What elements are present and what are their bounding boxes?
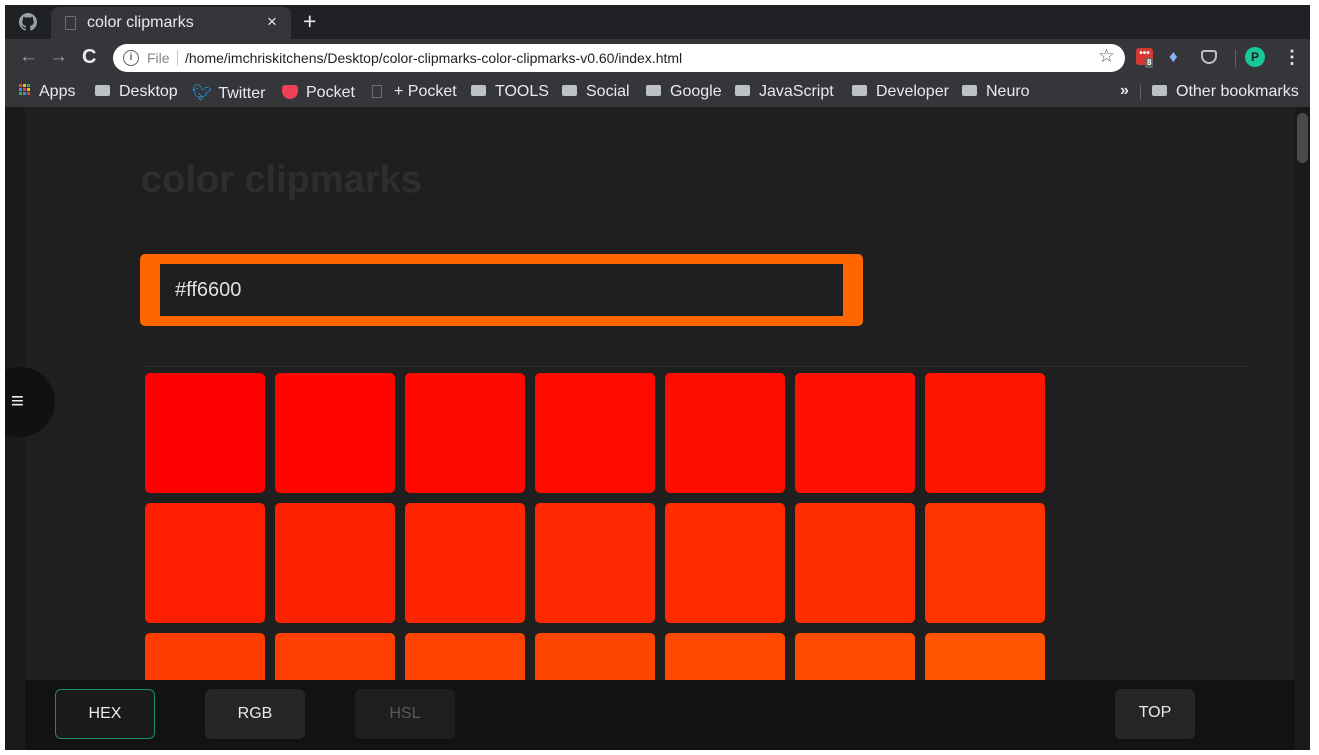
page-icon	[65, 16, 76, 30]
browser-toolbar: ← → C i File /home/imchriskitchens/Deskt…	[5, 39, 1310, 77]
folder-icon	[852, 85, 867, 96]
new-tab-button[interactable]: +	[303, 8, 316, 34]
color-swatch[interactable]	[405, 503, 525, 623]
bookmarks-bar: Apps Desktop 🐦︎ Twitter Pocket + Pocket T…	[5, 77, 1310, 107]
github-icon[interactable]	[19, 13, 37, 31]
folder-icon	[646, 85, 661, 96]
bookmark-other[interactable]: Other bookmarks	[1152, 83, 1299, 101]
bookmark-label: Twitter	[218, 85, 266, 102]
bookmarks-divider	[1140, 85, 1141, 100]
bookmark-label: Neuro	[986, 83, 1030, 100]
apps-grid-icon	[19, 84, 30, 96]
bookmark-neuro[interactable]: Neuro	[962, 83, 1030, 101]
url-scheme-label: File	[147, 50, 170, 66]
divider	[140, 366, 1250, 367]
color-swatch[interactable]	[795, 503, 915, 623]
color-swatch[interactable]	[925, 503, 1045, 623]
bookmark-apps[interactable]: Apps	[19, 83, 75, 101]
bookmark-google[interactable]: Google	[646, 83, 722, 101]
todo-extension-icon[interactable]: ••• 8	[1136, 48, 1154, 68]
hsl-mode-button[interactable]: HSL	[355, 689, 455, 739]
folder-icon	[471, 85, 486, 96]
color-swatch[interactable]	[145, 373, 265, 493]
folder-icon	[962, 85, 977, 96]
folder-icon	[735, 85, 750, 96]
toolbar-divider	[1235, 50, 1236, 67]
bookmark-label: + Pocket	[394, 83, 457, 100]
color-swatch[interactable]	[275, 503, 395, 623]
bookmark-social[interactable]: Social	[562, 83, 630, 101]
address-bar[interactable]: i File /home/imchriskitchens/Desktop/col…	[113, 44, 1125, 72]
bookmark-tools[interactable]: TOOLS	[471, 83, 549, 101]
color-swatch[interactable]	[405, 373, 525, 493]
page-content: color clipmarks	[25, 107, 1295, 750]
color-swatch[interactable]	[535, 373, 655, 493]
bookmark-label: JavaScript	[759, 83, 834, 100]
scrollbar-thumb[interactable]	[1297, 113, 1308, 163]
browser-window: color clipmarks × + ← → C i File /home/i…	[5, 5, 1310, 750]
rgb-mode-button[interactable]: RGB	[205, 689, 305, 739]
bookmark-label: Pocket	[306, 84, 355, 101]
bookmark-label: Desktop	[119, 83, 178, 100]
color-swatch[interactable]	[795, 373, 915, 493]
diamond-extension-icon[interactable]: ♦	[1169, 48, 1178, 66]
extension-badge: 8	[1145, 58, 1154, 68]
tab-active[interactable]: color clipmarks ×	[51, 7, 291, 39]
bookmark-pocket[interactable]: Pocket	[282, 83, 355, 102]
folder-icon	[1152, 85, 1167, 96]
page-title: color clipmarks	[141, 159, 422, 201]
scrollbar[interactable]	[1295, 107, 1310, 750]
page-icon	[372, 85, 382, 98]
pocket-extension-icon[interactable]	[1201, 50, 1217, 64]
bookmark-label: Google	[670, 83, 722, 100]
color-swatch[interactable]	[275, 373, 395, 493]
hex-mode-button[interactable]: HEX	[55, 689, 155, 739]
color-swatch[interactable]	[665, 503, 785, 623]
top-button[interactable]: TOP	[1115, 689, 1195, 739]
bookmark-label: Social	[586, 83, 630, 100]
back-arrow-icon[interactable]: ←	[19, 45, 38, 69]
bookmark-desktop[interactable]: Desktop	[95, 83, 178, 101]
bookmark-javascript[interactable]: JavaScript	[735, 83, 834, 101]
folder-icon	[95, 85, 110, 96]
bookmark-twitter[interactable]: 🐦︎ Twitter	[192, 83, 265, 103]
color-input-frame	[140, 254, 863, 326]
green-extension-icon[interactable]: P	[1245, 47, 1265, 67]
info-icon[interactable]: i	[123, 50, 139, 66]
tab-strip: color clipmarks × +	[5, 5, 1310, 39]
bookmark-label: Developer	[876, 83, 949, 100]
tab-title: color clipmarks	[87, 14, 194, 31]
hamburger-icon: ≡	[11, 388, 24, 413]
url-divider	[177, 50, 178, 66]
bookmark-developer[interactable]: Developer	[852, 83, 949, 101]
bookmark-star-icon[interactable]: ☆	[1098, 47, 1115, 67]
bookmarks-overflow-button[interactable]: »	[1120, 82, 1129, 100]
color-swatch[interactable]	[925, 373, 1045, 493]
twitter-icon: 🐦︎	[192, 85, 213, 102]
pocket-icon	[282, 85, 298, 99]
reload-icon[interactable]: C	[82, 45, 96, 69]
folder-icon	[562, 85, 577, 96]
bookmark-label: TOOLS	[495, 83, 549, 100]
forward-arrow-icon[interactable]: →	[49, 45, 68, 69]
bookmark-label: Other bookmarks	[1176, 83, 1299, 100]
color-swatch[interactable]	[535, 503, 655, 623]
page-viewport: color clipmarks ≡ HEX RGB HSL TOP	[5, 107, 1310, 750]
color-swatch[interactable]	[665, 373, 785, 493]
bottom-bar: HEX RGB HSL TOP	[25, 680, 1295, 750]
bookmark-plus-pocket[interactable]: + Pocket	[372, 83, 457, 101]
color-input[interactable]	[160, 264, 843, 316]
color-swatch[interactable]	[145, 503, 265, 623]
url-text[interactable]: /home/imchriskitchens/Desktop/color-clip…	[185, 50, 682, 66]
close-icon[interactable]: ×	[267, 13, 277, 31]
bookmark-label: Apps	[39, 83, 76, 100]
browser-menu-icon[interactable]: ⋮	[1283, 47, 1301, 67]
